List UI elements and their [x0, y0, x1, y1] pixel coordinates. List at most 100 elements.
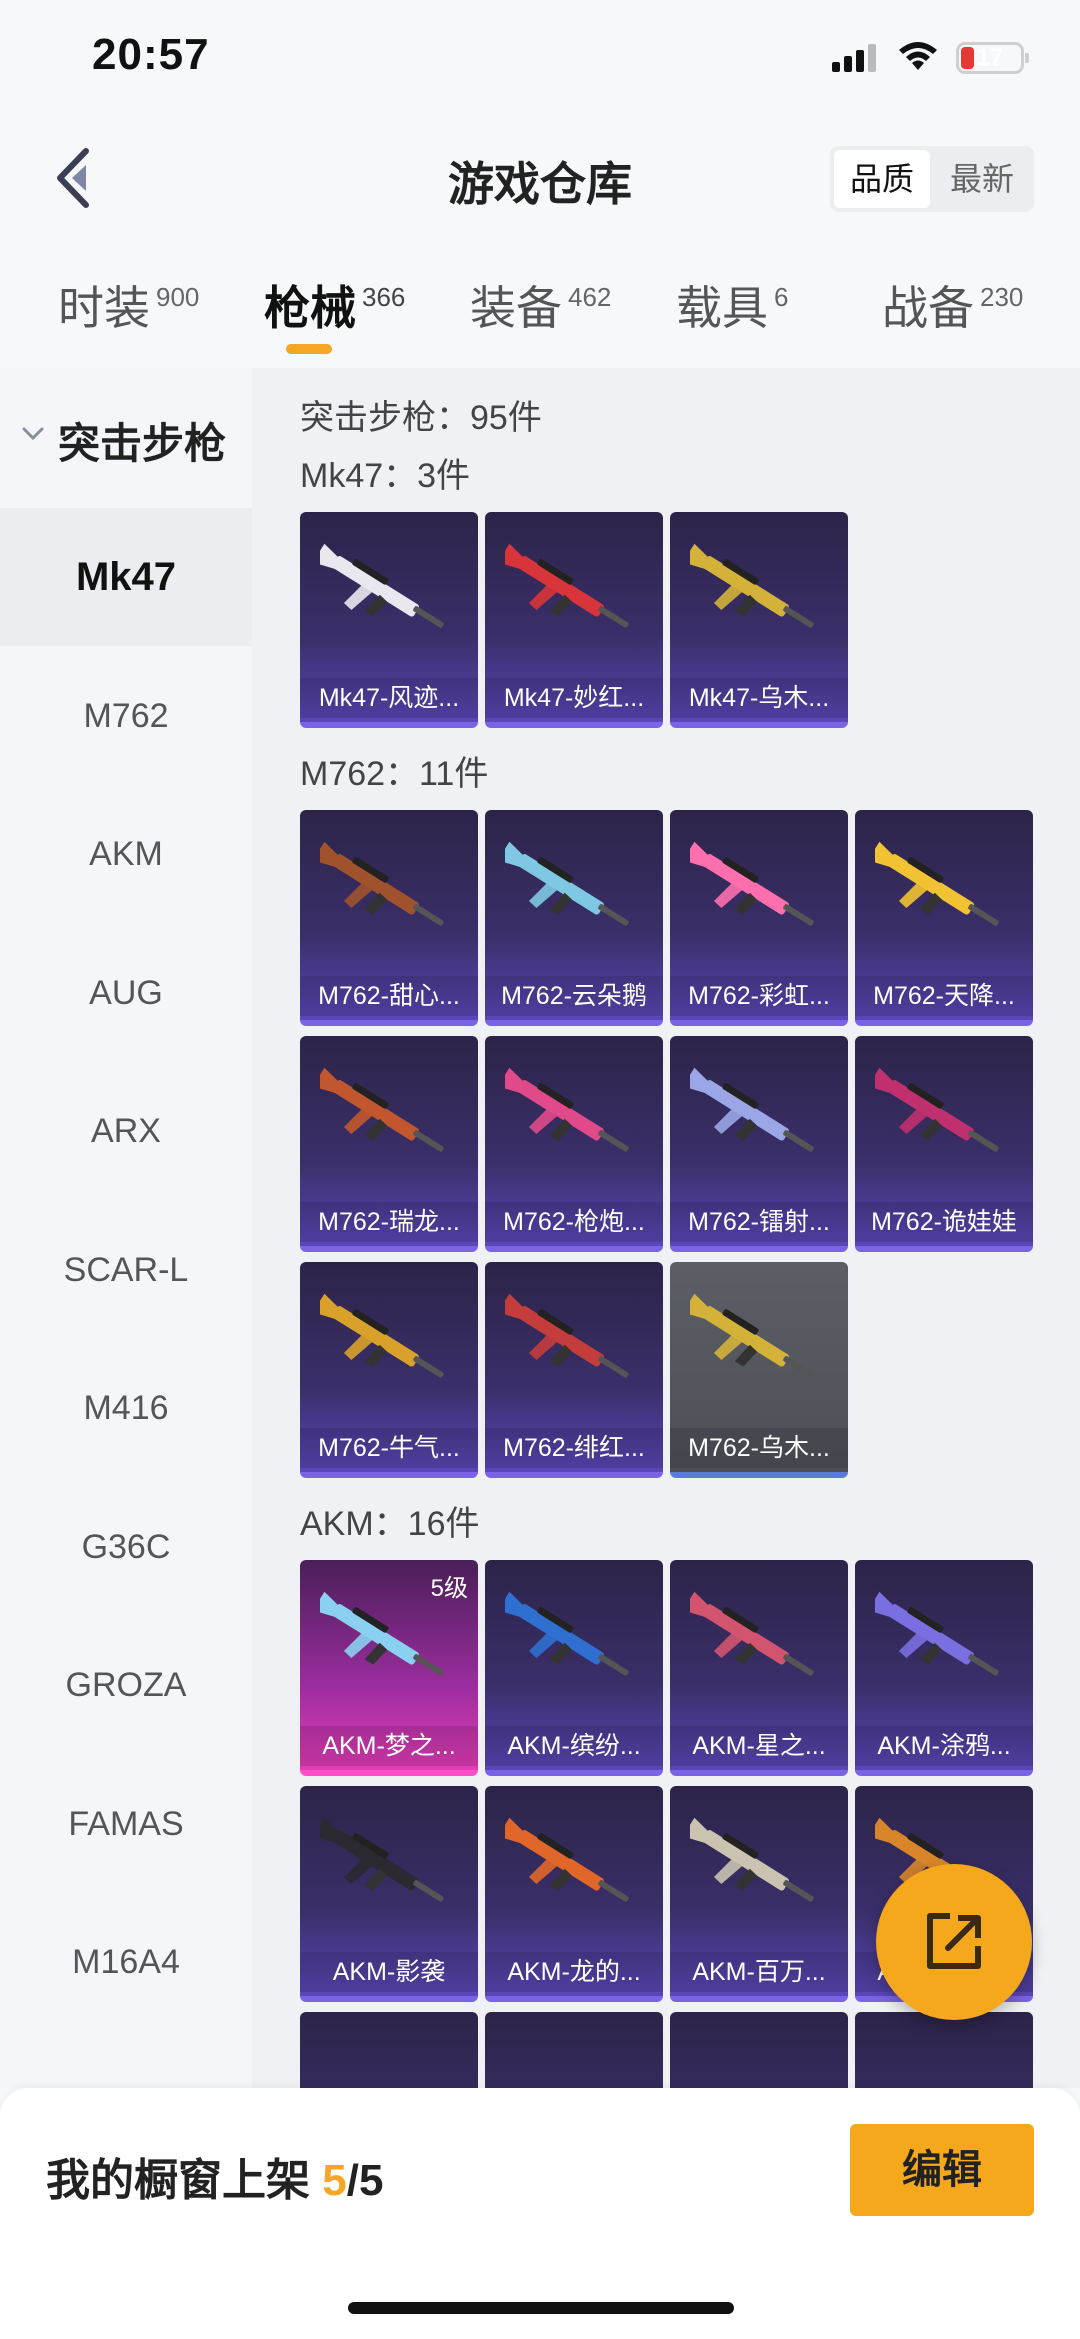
weapon-card[interactable]: AKM-影袭: [300, 1786, 478, 2002]
weapon-card[interactable]: M762-云朵鹅: [485, 810, 663, 1026]
weapon-card[interactable]: AKM-星之...: [670, 1560, 848, 1776]
weapon-card[interactable]: M762-绯红...: [485, 1262, 663, 1478]
weapon-name: M762-彩虹...: [670, 976, 848, 1016]
weapon-name: Mk47-乌木...: [670, 678, 848, 718]
weapon-card[interactable]: AKM-龙的...: [485, 1786, 663, 2002]
weapon-name: M762-牛气...: [300, 1428, 478, 1468]
weapon-name: AKM-百万...: [670, 1952, 848, 1992]
cellular-signal-icon: [832, 44, 876, 72]
weapon-icon: [320, 1293, 444, 1378]
weapon-name: M762-天降...: [855, 976, 1033, 1016]
tab-equipment[interactable]: 装备 462: [470, 272, 611, 342]
sort-toggle: 品质 最新: [830, 146, 1034, 212]
weapon-name: AKM-龙的...: [485, 1952, 663, 1992]
sort-by-newest-button[interactable]: 最新: [934, 150, 1030, 208]
tab-supplies[interactable]: 战备 230: [882, 272, 1023, 342]
weapon-icon: [505, 1067, 629, 1152]
weapon-icon: [690, 1293, 814, 1378]
weapon-card[interactable]: M762-枪炮...: [485, 1036, 663, 1252]
weapon-card[interactable]: M762-甜心...: [300, 810, 478, 1026]
weapon-name: Mk47-妙红...: [485, 678, 663, 718]
weapon-icon: [690, 1591, 814, 1676]
sidebar-item-akm[interactable]: AKM: [0, 785, 252, 923]
weapon-card[interactable]: M762-天降...: [855, 810, 1033, 1026]
weapon-icon: [875, 1067, 999, 1152]
sidebar-item-groza[interactable]: GROZA: [0, 1616, 252, 1754]
sort-by-quality-button[interactable]: 品质: [834, 150, 930, 208]
weapon-icon: [320, 1067, 444, 1152]
weapon-name: M762-诡娃娃: [855, 1202, 1033, 1242]
share-icon: [927, 1913, 981, 1969]
tab-count: 366: [362, 282, 406, 312]
weapon-card[interactable]: Mk47-风迹...: [300, 512, 478, 728]
category-total: 突击步枪：95件: [300, 399, 542, 437]
weapon-card[interactable]: AKM-缤纷...: [485, 1560, 663, 1776]
weapon-name: AKM-影袭: [300, 1952, 478, 1992]
chevron-down-icon: [22, 427, 44, 441]
sidebar-group-assault-rifles[interactable]: 突击步枪: [0, 368, 252, 508]
sidebar-group-label: 突击步枪: [58, 420, 227, 467]
weapon-card[interactable]: M762-彩虹...: [670, 810, 848, 1026]
tab-label: 装备: [470, 282, 562, 334]
weapon-card[interactable]: Mk47-乌木...: [670, 512, 848, 728]
weapon-card[interactable]: [300, 2012, 478, 2088]
weapon-card[interactable]: [855, 2012, 1033, 2088]
sidebar-item-famas[interactable]: FAMAS: [0, 1755, 252, 1893]
showcase-count: 5: [322, 2156, 347, 2205]
weapon-card[interactable]: AKM-百万...: [670, 1786, 848, 2002]
sidebar-item-mk47[interactable]: Mk47: [0, 508, 252, 646]
status-time: 20:57: [92, 30, 210, 79]
weapon-name: M762-云朵鹅: [485, 976, 663, 1016]
weapon-icon: [505, 1591, 629, 1676]
weapon-card[interactable]: M762-乌木...: [670, 1262, 848, 1478]
weapon-icon: [320, 1591, 444, 1676]
weapon-name: AKM-梦之...: [300, 1726, 478, 1766]
showcase-label: 我的橱窗上架: [46, 2156, 323, 2205]
weapon-grid: 突击步枪：95件 Mk47：3件 Mk47-风迹... Mk47-妙红... Mk47…: [252, 368, 1080, 2088]
weapon-icon: [320, 841, 444, 926]
tab-weapons[interactable]: 枪械 366: [264, 272, 405, 342]
weapon-icon: [505, 841, 629, 926]
tab-label: 枪械: [264, 282, 356, 334]
tab-count: 6: [774, 282, 789, 312]
sidebar-item-m16a4[interactable]: M16A4: [0, 1893, 252, 2031]
tab-vehicles[interactable]: 载具 6: [676, 272, 788, 342]
tab-count: 462: [568, 282, 612, 312]
tab-count: 230: [980, 282, 1024, 312]
sidebar-item-aug[interactable]: AUG: [0, 924, 252, 1062]
showcase-bar: 我的橱窗上架 5/5 编辑: [0, 2088, 1080, 2339]
home-indicator: [348, 2302, 734, 2314]
weapon-icon: [505, 543, 629, 628]
weapon-icon: [505, 1293, 629, 1378]
weapon-card[interactable]: [670, 2012, 848, 2088]
weapon-card[interactable]: Mk47-妙红...: [485, 512, 663, 728]
weapon-card[interactable]: [485, 2012, 663, 2088]
sidebar-item-m416[interactable]: M416: [0, 1339, 252, 1477]
sidebar-item-g36c[interactable]: G36C: [0, 1478, 252, 1616]
weapon-card[interactable]: M762-牛气...: [300, 1262, 478, 1478]
weapon-icon: [505, 1817, 629, 1902]
weapon-name: M762-枪炮...: [485, 1202, 663, 1242]
weapon-icon: [690, 1817, 814, 1902]
tab-count: 900: [156, 282, 200, 312]
sidebar-item-m762[interactable]: M762: [0, 647, 252, 785]
weapon-name: AKM-星之...: [670, 1726, 848, 1766]
weapon-icon: [320, 543, 444, 628]
weapon-icon: [875, 1591, 999, 1676]
sidebar-item-scar-l[interactable]: SCAR-L: [0, 1201, 252, 1339]
edit-button[interactable]: 编辑: [850, 2124, 1034, 2216]
weapon-card[interactable]: 5级 AKM-梦之...: [300, 1560, 478, 1776]
weapon-card[interactable]: M762-诡娃娃: [855, 1036, 1033, 1252]
share-fab-button[interactable]: [876, 1864, 1032, 2020]
weapon-card[interactable]: AKM-涂鸦...: [855, 1560, 1033, 1776]
sidebar-item-arx[interactable]: ARX: [0, 1062, 252, 1200]
showcase-total: /5: [346, 2156, 384, 2205]
weapon-card[interactable]: M762-瑞龙...: [300, 1036, 478, 1252]
weapon-name: AKM-缤纷...: [485, 1726, 663, 1766]
weapon-card[interactable]: M762-镭射...: [670, 1036, 848, 1252]
tab-label: 载具: [676, 282, 768, 334]
weapon-name: M762-甜心...: [300, 976, 478, 1016]
weapon-name: M762-瑞龙...: [300, 1202, 478, 1242]
tab-fashion[interactable]: 时装 900: [58, 272, 199, 342]
weapon-icon: [690, 1067, 814, 1152]
